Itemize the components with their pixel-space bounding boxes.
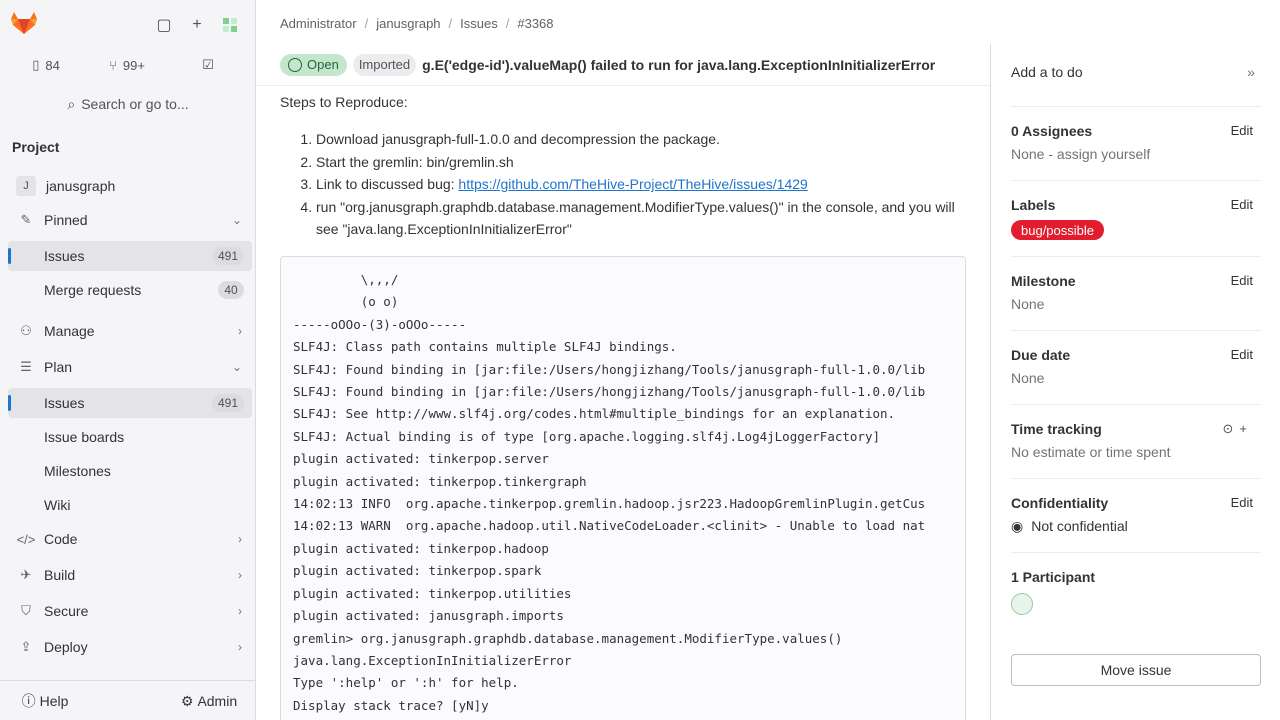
rocket-icon: ✈ bbox=[20, 567, 32, 582]
chevron-right-icon: › bbox=[238, 324, 242, 338]
deploy-icon: ⇪ bbox=[20, 639, 32, 654]
sidebar-footer: ⓘ Help ⚙ Admin bbox=[0, 680, 256, 720]
breadcrumb-item[interactable]: #3368 bbox=[517, 16, 553, 31]
eye-icon: ◉ bbox=[1011, 518, 1024, 534]
add-todo-button[interactable]: Add a to do bbox=[1011, 64, 1083, 80]
move-issue-button[interactable]: Move issue bbox=[1011, 654, 1261, 686]
edit-assignees-button[interactable]: Edit bbox=[1231, 123, 1253, 138]
todos-button[interactable]: ☑ bbox=[170, 50, 246, 80]
list-item: run "org.janusgraph.graphdb.database.man… bbox=[316, 196, 966, 241]
merge-requests-button[interactable]: ⑂ 99+ bbox=[88, 50, 166, 80]
time-tracking-block: Time tracking ⊙ + No estimate or time sp… bbox=[1011, 404, 1261, 478]
issue-main: Open Imported g.E('edge-id').valueMap() … bbox=[256, 44, 991, 720]
code-content: \,,,/ (o o) -----oOOo-(3)-oOOo----- SLF4… bbox=[293, 272, 926, 713]
time-tracking-help-icon[interactable]: ⊙ bbox=[1223, 421, 1234, 437]
milestone-block: Milestone Edit None bbox=[1011, 256, 1261, 330]
chevron-down-icon: ⌄ bbox=[231, 213, 242, 227]
planning-icon: ☰ bbox=[20, 359, 32, 374]
sidebar-item-issue-boards[interactable]: Issue boards bbox=[8, 422, 252, 452]
code-block: \,,,/ (o o) -----oOOo-(3)-oOOo----- SLF4… bbox=[280, 256, 966, 720]
sidebar-item-pinned-issues[interactable]: Issues 491 bbox=[8, 241, 252, 271]
sidebar-item-pinned[interactable]: ✎ Pinned ⌄ bbox=[8, 205, 252, 235]
list-item: Link to discussed bug: https://github.co… bbox=[316, 173, 966, 196]
sidebar-item-wiki[interactable]: Wiki bbox=[8, 490, 252, 520]
sidebar-toggle-icon[interactable]: ▢ bbox=[150, 12, 178, 38]
gitlab-logo-icon[interactable] bbox=[10, 11, 38, 35]
sidebar-item-deploy[interactable]: ⇪ Deploy › bbox=[8, 632, 252, 662]
edit-due-date-button[interactable]: Edit bbox=[1231, 347, 1253, 362]
sidebar-item-manage[interactable]: ⚇ Manage › bbox=[8, 316, 252, 346]
issue-open-icon bbox=[288, 57, 302, 72]
collapse-sidebar-icon[interactable]: » bbox=[1239, 64, 1263, 86]
bug-link[interactable]: https://github.com/TheHive-Project/TheHi… bbox=[458, 176, 807, 192]
left-sidebar: ▢ + ▯ 84 ⑂ 99+ ☑ ⌕ Search or go to... Pr… bbox=[0, 0, 256, 720]
search-button[interactable]: ⌕ Search or go to... bbox=[8, 88, 248, 120]
assign-yourself-link[interactable]: assign yourself bbox=[1057, 146, 1150, 162]
admin-button[interactable]: ⚙ Admin bbox=[170, 687, 248, 715]
chevron-right-icon: › bbox=[238, 532, 242, 546]
breadcrumb: Administrator / janusgraph / Issues / #3… bbox=[280, 15, 554, 31]
list-item: Start the gremlin: bin/gremlin.sh bbox=[316, 151, 966, 174]
sidebar-item-code[interactable]: </> Code › bbox=[8, 524, 252, 554]
sidebar-item-plan[interactable]: ☰ Plan ⌄ bbox=[8, 352, 252, 382]
issue-right-sidebar: Add a to do » 0 Assignees Edit None - as… bbox=[991, 44, 1280, 720]
steps-heading: Steps to Reproduce: bbox=[280, 94, 408, 110]
participants-block: 1 Participant bbox=[1011, 552, 1261, 634]
search-icon: ⌕ bbox=[67, 95, 76, 112]
remove-label-icon[interactable]: ✕ bbox=[1139, 221, 1148, 234]
sidebar-project-link[interactable]: J janusgraph bbox=[8, 171, 252, 201]
issue-sticky-header: Open Imported g.E('edge-id').valueMap() … bbox=[256, 44, 990, 86]
project-avatar: J bbox=[16, 176, 36, 196]
sidebar-item-milestones[interactable]: Milestones bbox=[8, 456, 252, 486]
sidebar-header: ▢ + bbox=[0, 0, 256, 44]
breadcrumb-item[interactable]: Administrator bbox=[280, 16, 357, 31]
label-pill[interactable]: bug/possible bbox=[1011, 220, 1104, 240]
edit-labels-button[interactable]: Edit bbox=[1231, 197, 1253, 212]
question-icon: ⓘ bbox=[21, 693, 36, 709]
steps-list: Download janusgraph-full-1.0.0 and decom… bbox=[316, 128, 966, 241]
user-avatar-icon[interactable] bbox=[216, 12, 244, 38]
labels-block: Labels Edit bug/possible ✕ bbox=[1011, 180, 1261, 256]
sidebar-item-build[interactable]: ✈ Build › bbox=[8, 560, 252, 590]
sidebar-item-issues[interactable]: Issues 491 bbox=[8, 388, 252, 418]
todo-check-icon: ☑ bbox=[202, 57, 214, 72]
count-badge: 491 bbox=[211, 394, 244, 412]
copy-code-button[interactable] bbox=[925, 265, 959, 295]
admin-icon: ⚙ bbox=[180, 692, 194, 709]
sidebar-section-title: Project bbox=[12, 139, 60, 155]
issue-title[interactable]: g.E('edge-id').valueMap() failed to run … bbox=[422, 57, 982, 73]
help-button[interactable]: ⓘ Help bbox=[8, 687, 82, 715]
edit-milestone-button[interactable]: Edit bbox=[1231, 273, 1253, 288]
chevron-right-icon: › bbox=[238, 568, 242, 582]
due-date-block: Due date Edit None bbox=[1011, 330, 1261, 404]
merge-request-icon: ⑂ bbox=[109, 57, 117, 73]
users-icon: ⚇ bbox=[20, 323, 32, 338]
chevron-right-icon: › bbox=[238, 604, 242, 618]
count-badge: 491 bbox=[211, 247, 244, 265]
breadcrumb-item[interactable]: Issues bbox=[460, 16, 498, 31]
shield-icon: ⛉ bbox=[21, 603, 31, 618]
list-item: Download janusgraph-full-1.0.0 and decom… bbox=[316, 128, 966, 151]
sidebar-counts: ▯ 84 ⑂ 99+ ☑ bbox=[8, 50, 246, 80]
chevron-down-icon: ⌄ bbox=[231, 360, 242, 374]
participant-avatar[interactable] bbox=[1011, 593, 1033, 615]
sidebar-item-merge-requests[interactable]: Merge requests 40 bbox=[8, 275, 252, 305]
imported-badge: Imported bbox=[352, 53, 417, 76]
confidentiality-block: Confidentiality Edit ◉ Not confidential bbox=[1011, 478, 1261, 552]
assignees-block: 0 Assignees Edit None - assign yourself bbox=[1011, 106, 1261, 180]
code-icon: </> bbox=[16, 531, 36, 547]
sidebar-item-secure[interactable]: ⛉ Secure › bbox=[8, 596, 252, 626]
status-badge: Open bbox=[280, 53, 347, 76]
edit-confidentiality-button[interactable]: Edit bbox=[1231, 495, 1253, 510]
issues-icon: ▯ bbox=[32, 57, 40, 72]
add-time-icon[interactable]: + bbox=[1239, 421, 1247, 437]
breadcrumb-item[interactable]: janusgraph bbox=[376, 16, 440, 31]
chevron-right-icon: › bbox=[238, 640, 242, 654]
count-badge: 40 bbox=[218, 281, 244, 299]
create-new-icon[interactable]: + bbox=[183, 12, 211, 38]
pin-icon: ✎ bbox=[20, 212, 32, 227]
assigned-issues-button[interactable]: ▯ 84 bbox=[8, 50, 84, 80]
